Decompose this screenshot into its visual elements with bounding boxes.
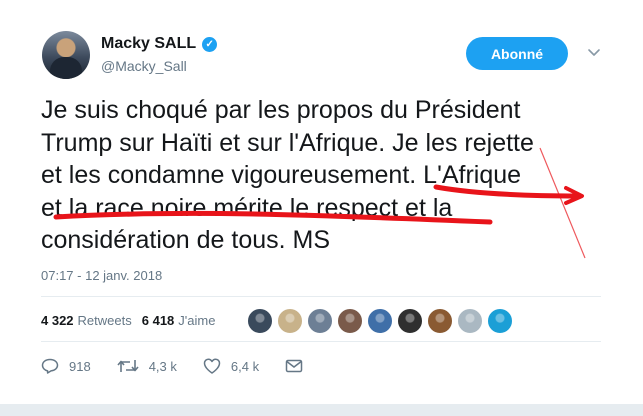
like-count[interactable]: 6 418 [142, 313, 175, 328]
tweet-line: Trump sur Haïti et sur l'Afrique. Je les… [41, 128, 534, 157]
envelope-icon [285, 359, 303, 373]
retweet-button[interactable]: 4,3 k [117, 358, 177, 374]
reply-button[interactable]: 918 [41, 358, 91, 374]
avatar-figure [50, 57, 82, 79]
liker-avatar[interactable] [427, 308, 453, 334]
like-action-count: 6,4 k [230, 358, 260, 374]
direct-message-button[interactable] [285, 359, 313, 373]
liker-avatar[interactable] [277, 308, 303, 334]
like-button[interactable]: 6,4 k [203, 358, 259, 374]
liker-avatar[interactable] [307, 308, 333, 334]
retweet-label[interactable]: Retweets [78, 313, 132, 328]
liker-avatar[interactable] [487, 308, 513, 334]
liker-avatar[interactable] [367, 308, 393, 334]
liker-avatars [247, 308, 513, 334]
tweet-text: Je suis choqué par les propos du Préside… [41, 94, 601, 257]
avatar[interactable] [42, 31, 90, 79]
tweet-actions: 918 4,3 k 6,4 k [41, 358, 339, 374]
tweet-card: Macky SALL ✓ @Macky_Sall Abonné Je suis … [0, 0, 643, 404]
tweet-line: Je suis choqué par les propos du Préside… [41, 96, 521, 124]
tweet-timestamp[interactable]: 07:17 - 12 janv. 2018 [41, 268, 162, 283]
divider [41, 341, 601, 342]
liker-avatar[interactable] [457, 308, 483, 334]
reply-count: 918 [69, 358, 91, 374]
retweet-icon [117, 360, 139, 372]
timeline-background [0, 404, 643, 416]
liker-avatar[interactable] [247, 308, 273, 334]
tweet-line: et la race noire mérite le respect et la [41, 193, 453, 222]
like-label[interactable]: J'aime [178, 313, 215, 328]
divider [41, 296, 601, 297]
tweet-line: et les condamne vigoureusement. L'Afriqu… [41, 161, 522, 189]
author-handle[interactable]: @Macky_Sall [101, 58, 187, 74]
author-name[interactable]: Macky SALL [101, 35, 196, 53]
heart-icon [203, 358, 221, 374]
chevron-down-icon[interactable] [586, 44, 602, 60]
verified-badge-icon: ✓ [202, 36, 218, 52]
retweet-count[interactable]: 4 322 [41, 313, 74, 328]
reply-icon [41, 358, 59, 374]
liker-avatar[interactable] [337, 308, 363, 334]
tweet-stats: 4 322 Retweets 6 418 J'aime [41, 313, 225, 328]
liker-avatar[interactable] [397, 308, 423, 334]
retweet-action-count: 4,3 k [148, 358, 177, 374]
tweet-line: considération de tous. MS [41, 226, 331, 254]
following-button[interactable]: Abonné [466, 37, 568, 70]
author-name-row[interactable]: Macky SALL ✓ [101, 35, 218, 53]
